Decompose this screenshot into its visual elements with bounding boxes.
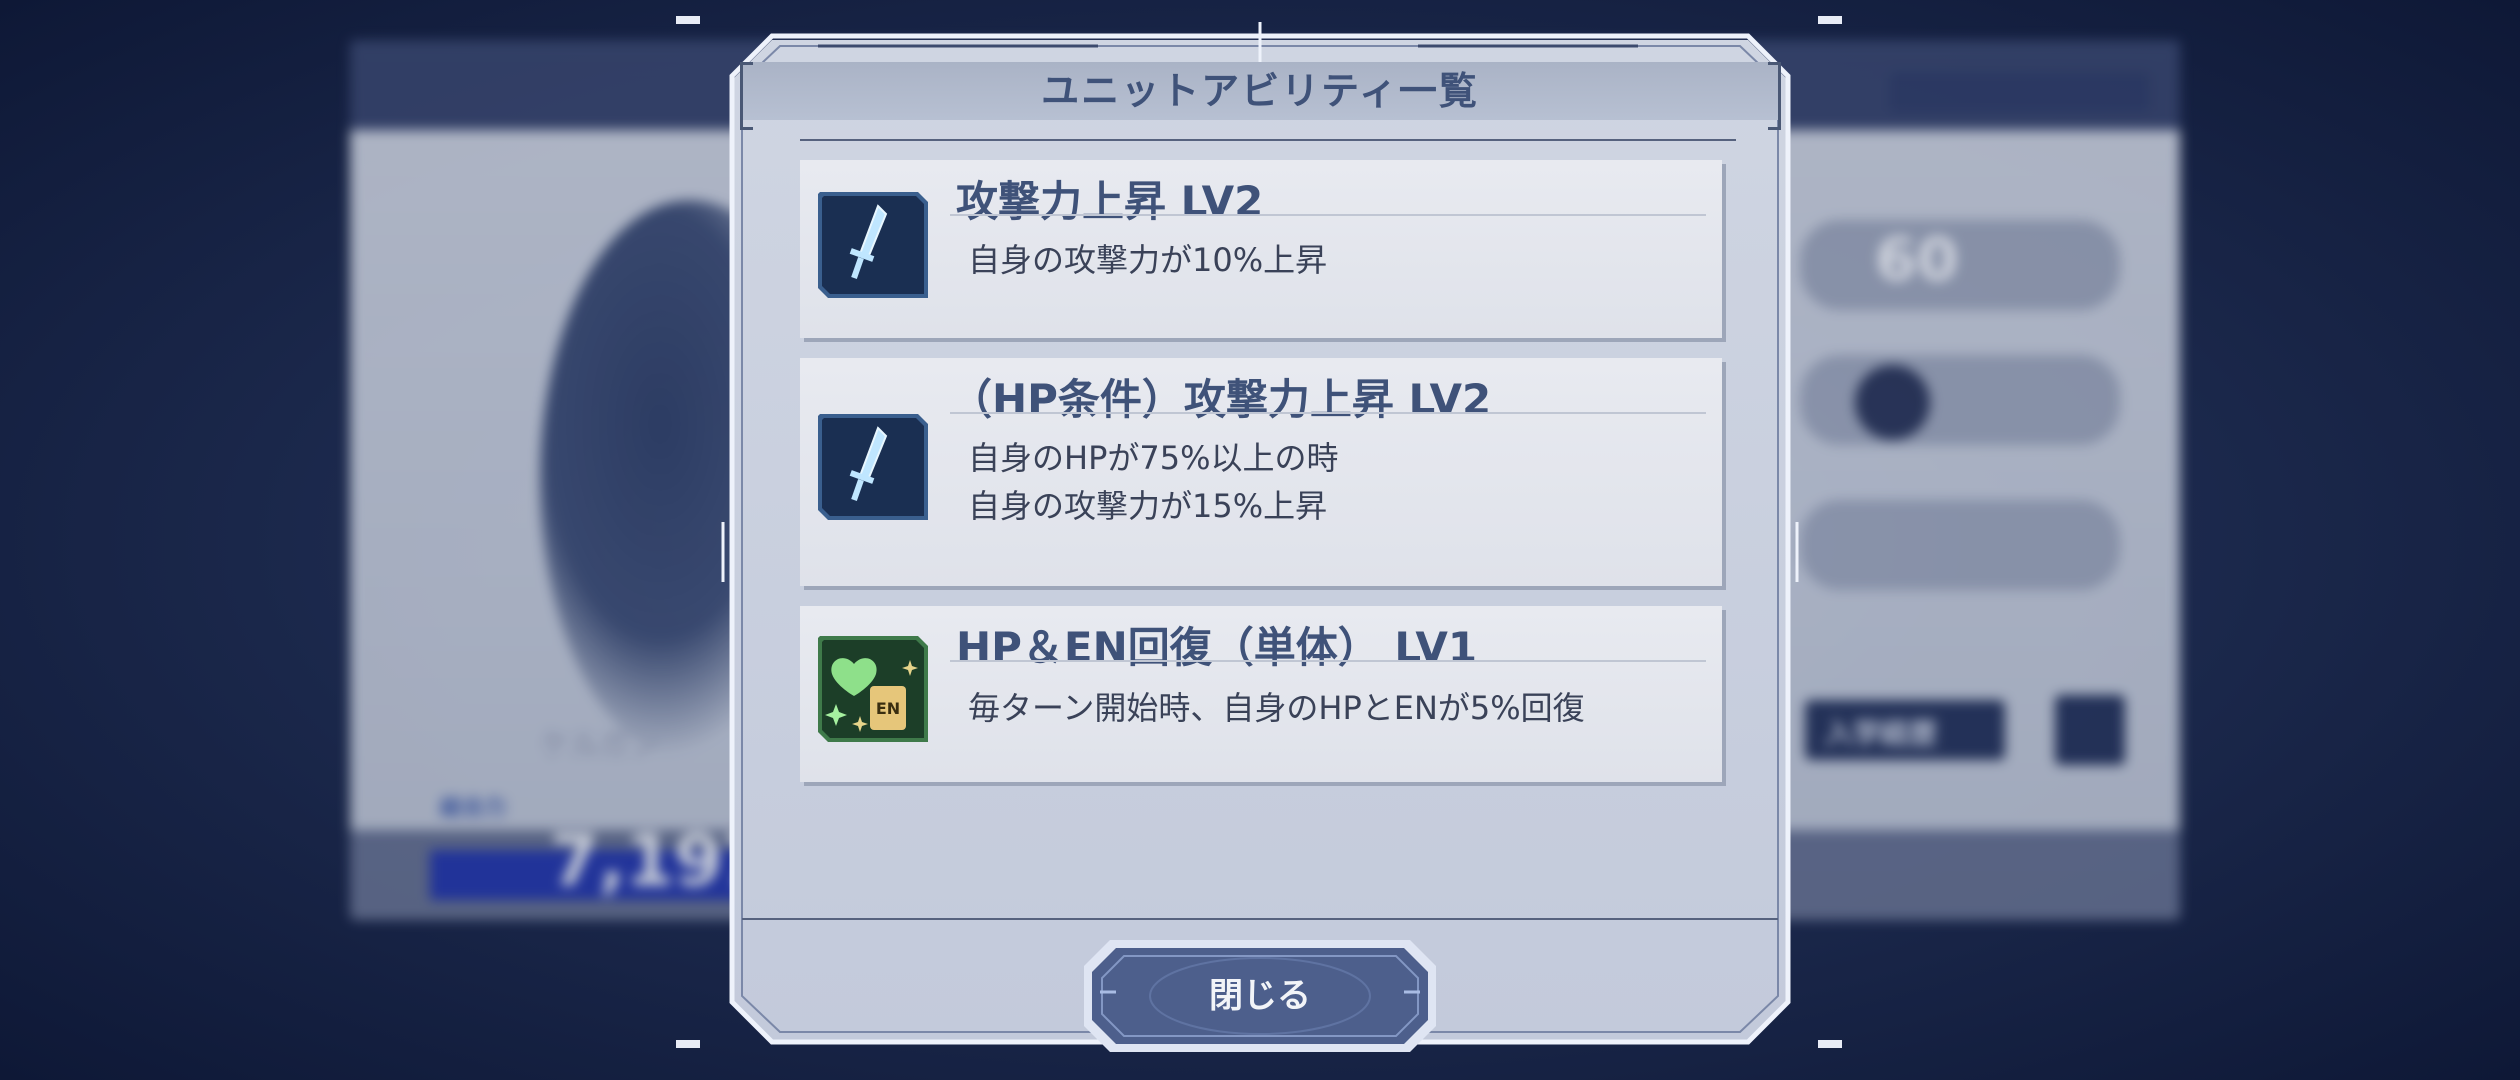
ability-description: 毎ターン開始時、自身のHPとENが5%回復 [968, 689, 1585, 727]
ability-card: （HP条件）攻撃力上昇 LV2 自身のHPが75%以上の時 自身の攻撃力が15%… [800, 358, 1722, 586]
background-level-value: 60 [1875, 225, 1959, 295]
en-badge-text: EN [876, 699, 900, 718]
background-enroll-label: 入学経歴 [1825, 717, 1938, 750]
corner-marker [676, 16, 700, 24]
divider-top [800, 139, 1736, 141]
ability-name: （HP条件）攻撃力上昇 LV2 [950, 375, 1492, 424]
background-combat-label: 総合力 [440, 796, 507, 821]
ability-card: 攻撃力上昇 LV2 自身の攻撃力が10%上昇 [800, 160, 1722, 338]
ability-name: 攻撃力上昇 LV2 [956, 177, 1264, 226]
divider-bottom [742, 918, 1778, 920]
sword-icon [814, 408, 932, 526]
corner-marker [1818, 1040, 1842, 1048]
background-pilot-pill [1800, 355, 2120, 445]
close-button[interactable] [1080, 936, 1440, 1056]
background-tab [1890, 72, 2150, 112]
background-unit-name: ケルガン [540, 728, 660, 763]
title-underline [950, 412, 1706, 414]
background-search-pill [1800, 500, 2120, 590]
ability-name: HP＆EN回復（単体） LV1 [956, 623, 1478, 672]
background-enroll-button: 入学経歴 [1805, 700, 2005, 760]
sword-icon [814, 186, 932, 304]
background-pilot-avatar [1855, 365, 1930, 440]
corner-marker [676, 1040, 700, 1048]
ability-description-line: 自身の攻撃力が15%上昇 [968, 487, 1328, 525]
modal-title: ユニットアビリティ一覧 [1041, 69, 1479, 113]
ability-description-line: 自身のHPが75%以上の時 [968, 439, 1339, 477]
corner-marker [1818, 16, 1842, 24]
title-underline [950, 660, 1706, 662]
title-underline [950, 214, 1706, 216]
ability-card: EN HP＆EN回復（単体） LV1 毎ターン開始時、自身のHPとENが5%回復 [800, 606, 1722, 782]
ability-description: 自身の攻撃力が10%上昇 [968, 241, 1328, 279]
background-memo-button [2055, 695, 2125, 765]
heart-en-icon: EN [814, 630, 932, 748]
background-level-pill [1800, 220, 2120, 310]
